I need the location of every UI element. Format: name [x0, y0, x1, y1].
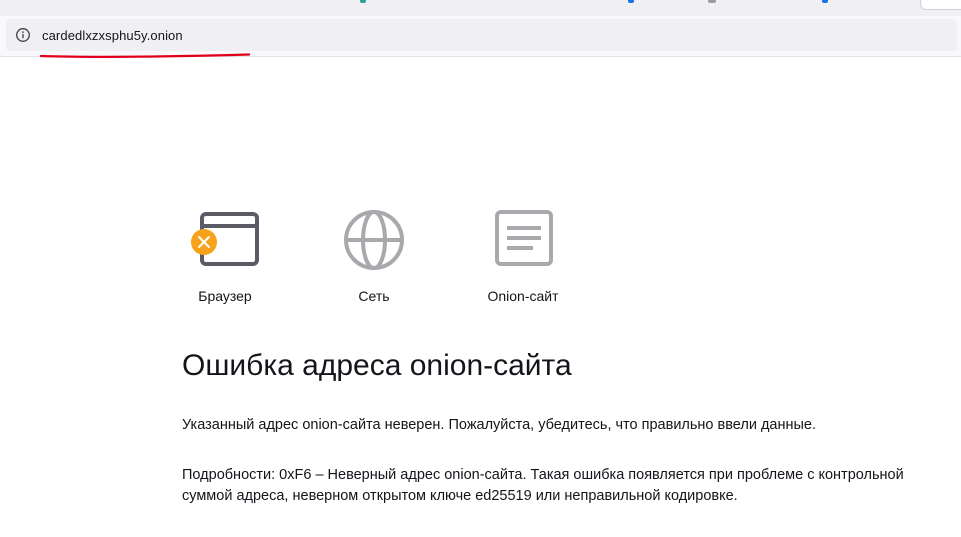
tab-indicator — [708, 0, 716, 3]
tab-indicator — [628, 0, 634, 3]
address-bar[interactable]: cardedlxzxsphu5y.onion — [6, 19, 957, 51]
tab-indicator — [360, 0, 366, 3]
tab-indicator — [822, 0, 828, 3]
browser-window-icon — [185, 208, 261, 277]
error-details: Подробности: 0xF6 – Неверный адрес onion… — [182, 467, 904, 504]
globe-icon — [342, 208, 406, 277]
step-label: Браузер — [198, 288, 252, 304]
navigation-bar: cardedlxzxsphu5y.onion — [0, 16, 961, 57]
step-label: Сеть — [358, 288, 390, 304]
tab-edge[interactable] — [920, 0, 961, 10]
tab-strip — [0, 0, 961, 16]
step-label: Onion-сайт — [487, 288, 559, 304]
error-message: Указанный адрес onion-сайта неверен. Пож… — [182, 417, 816, 433]
error-title: Ошибка адреса onion-сайта — [182, 349, 572, 382]
connection-steps: Браузер Сеть Onion-сайт — [182, 200, 602, 310]
url-text[interactable]: cardedlxzxsphu5y.onion — [42, 28, 183, 43]
info-icon[interactable] — [15, 27, 31, 43]
document-icon — [493, 208, 555, 275]
red-underline-annotation — [40, 53, 250, 58]
